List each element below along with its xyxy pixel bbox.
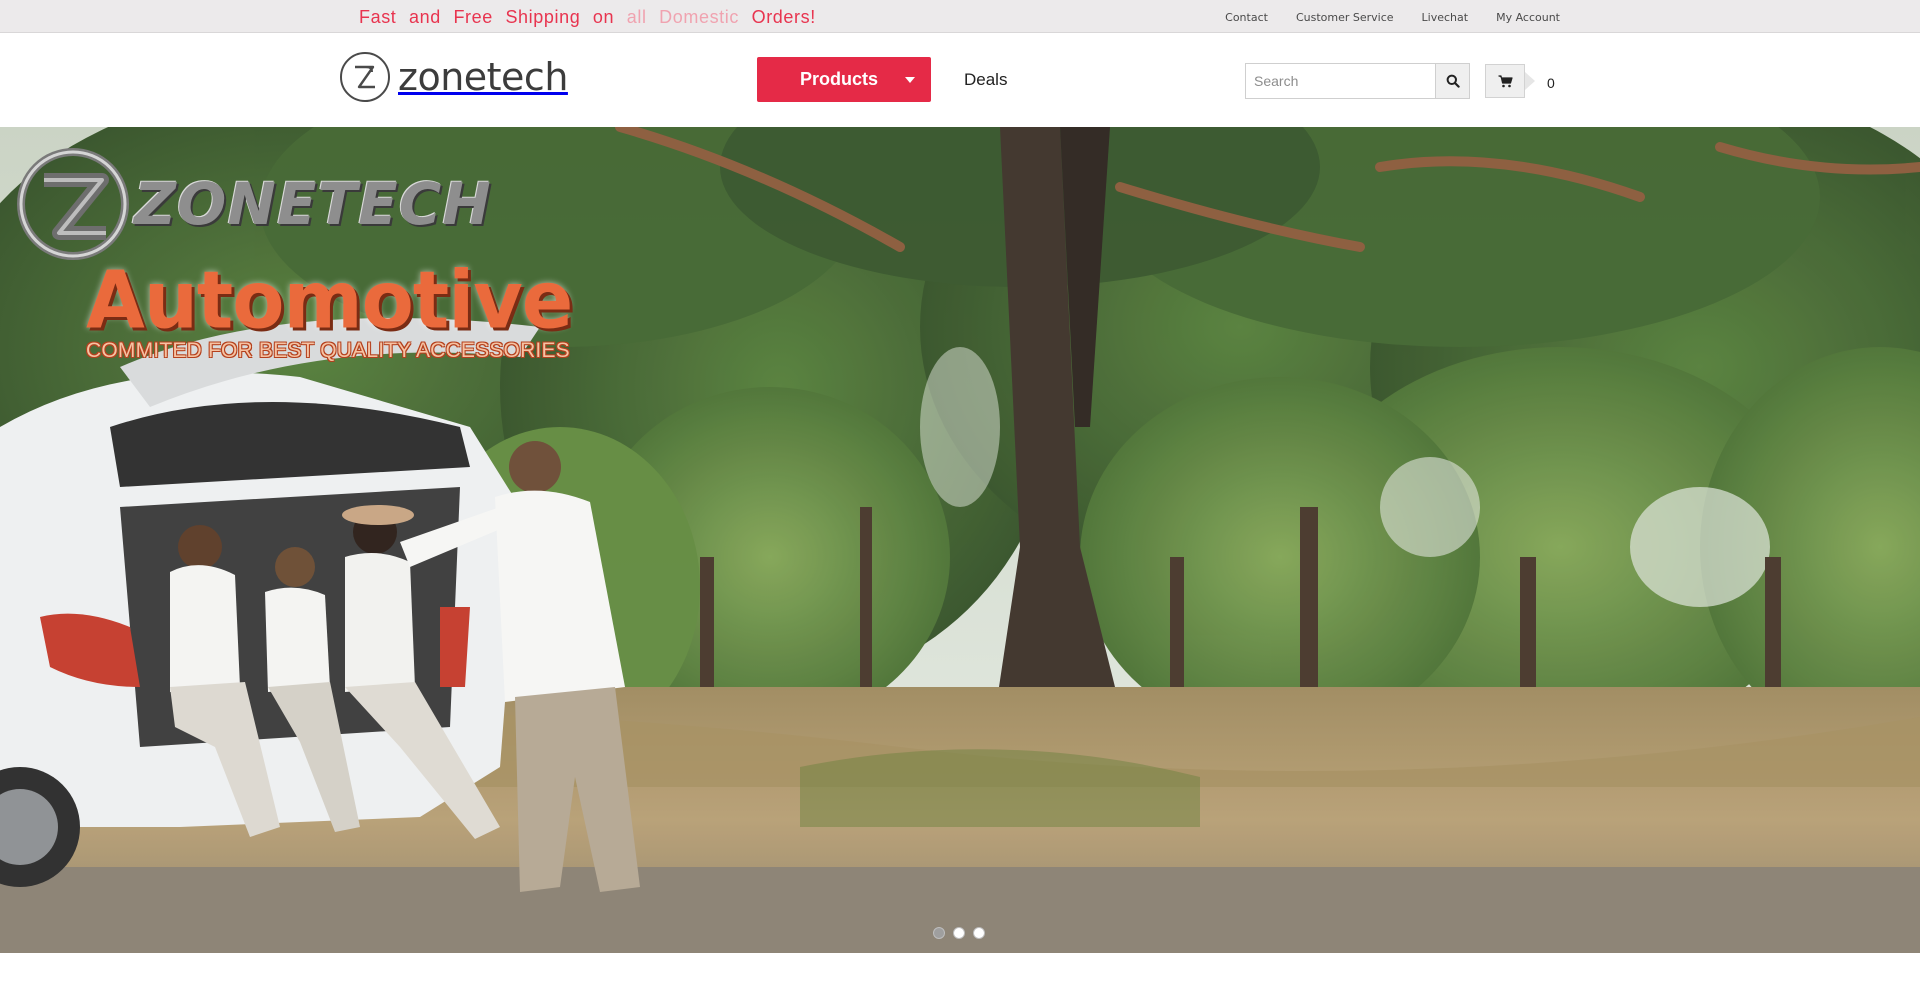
slide-dot-1[interactable] xyxy=(933,927,945,939)
site-logo[interactable]: zonetech xyxy=(338,51,568,103)
search-button[interactable] xyxy=(1435,64,1469,98)
contact-link[interactable]: Contact xyxy=(1225,11,1268,24)
slide-dot-3[interactable] xyxy=(973,927,985,939)
slide-dot-2[interactable] xyxy=(953,927,965,939)
shipping-promo: Fast and Free Shipping on all Domestic O… xyxy=(359,7,816,28)
products-menu-button[interactable]: Products xyxy=(757,57,931,102)
banner-subline: COMMITED FOR BEST QUALITY ACCESSORIES xyxy=(86,339,570,362)
cart-count: 0 xyxy=(1547,75,1555,91)
cart: 0 xyxy=(1485,63,1555,99)
hero-banner[interactable]: ZONETECH Automotive COMMITED FOR BEST QU… xyxy=(0,127,1920,953)
deals-link[interactable]: Deals xyxy=(964,70,1007,90)
promo-text: Fast and Free Shipping on xyxy=(359,7,615,27)
announcement-bar: Fast and Free Shipping on all Domestic O… xyxy=(0,0,1920,33)
banner-headline: Automotive xyxy=(86,252,573,347)
zonetech-emblem-icon xyxy=(17,148,129,260)
cart-button[interactable] xyxy=(1485,64,1525,98)
slider-pagination xyxy=(933,927,985,939)
site-header: zonetech Products Deals 0 xyxy=(0,33,1920,127)
search-bar xyxy=(1245,63,1470,99)
my-account-link[interactable]: My Account xyxy=(1496,11,1560,24)
utility-links: Contact Customer Service Livechat My Acc… xyxy=(1225,11,1560,24)
logo-emblem-icon xyxy=(340,52,390,102)
promo-text-faded: all Domestic xyxy=(626,7,739,27)
caret-down-icon xyxy=(905,77,915,83)
logo-wordmark: zonetech xyxy=(398,55,568,99)
promo-text-end: Orders! xyxy=(751,7,816,27)
search-input[interactable] xyxy=(1246,64,1435,98)
customer-service-link[interactable]: Customer Service xyxy=(1296,11,1394,24)
banner-brand-logo: ZONETECH xyxy=(14,145,492,263)
products-label: Products xyxy=(799,69,878,89)
livechat-link[interactable]: Livechat xyxy=(1422,11,1469,24)
page-content-start xyxy=(0,953,1920,993)
search-icon xyxy=(1446,74,1460,88)
cart-count-pointer xyxy=(1525,72,1535,90)
banner-brand-text: ZONETECH xyxy=(134,170,492,238)
cart-icon xyxy=(1498,74,1513,87)
